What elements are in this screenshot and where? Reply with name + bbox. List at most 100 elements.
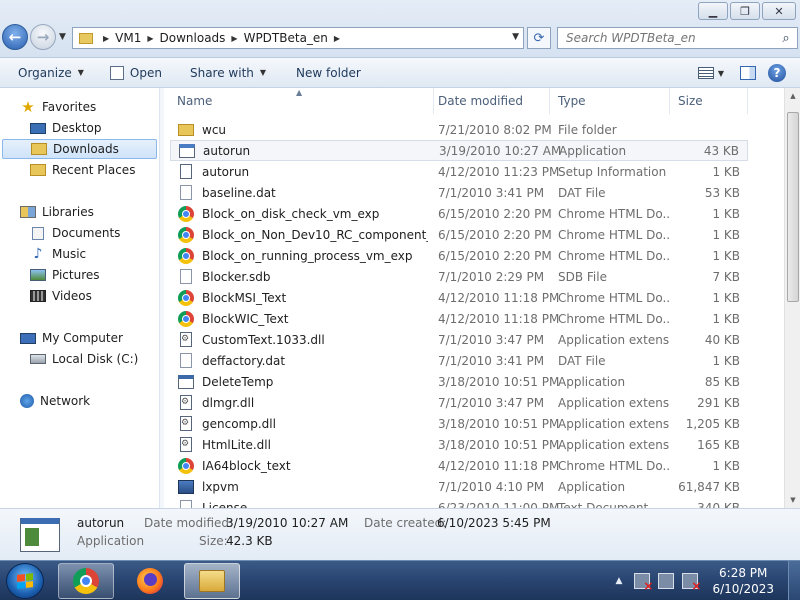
file-row[interactable]: deffactory.dat 7/1/2010 3:41 PM DAT File 1 … [170,350,748,371]
scrollbar-thumb[interactable] [787,112,799,302]
new-folder-button[interactable]: New folder [276,61,371,85]
file-icon [180,185,192,200]
file-row[interactable]: HtmlLite.dll 3/18/2010 10:51 PMApplicatio… [170,434,748,455]
nav-documents[interactable]: Documents [0,223,158,243]
file-row[interactable]: CustomText.1033.dll 7/1/2010 3:47 PM Appli… [170,329,748,350]
nav-local-disk[interactable]: Local Disk (C:) [0,349,158,369]
window-controls: ▁ ❐ ✕ [698,2,796,20]
nav-pictures[interactable]: Pictures [0,265,158,285]
file-name: Block_on_disk_check_vm_exp [202,206,380,221]
breadcrumb-vm1[interactable]: VM1 [115,31,141,45]
search-icon[interactable]: ⌕ [775,31,797,46]
file-name-cell: wcu [178,123,428,137]
file-row[interactable]: Blocker.sdb 7/1/2010 2:29 PM SDB File 7 KB [170,266,748,287]
clock[interactable]: 6:28 PM 6/10/2023 [712,565,774,597]
scroll-down-icon[interactable]: ▼ [785,492,800,508]
nav-desktop[interactable]: Desktop [0,118,158,138]
file-row[interactable]: wcu 7/21/2010 8:02 PM File folder [170,119,748,140]
file-row[interactable]: DeleteTemp 3/18/2010 10:51 PM Application 8… [170,371,748,392]
file-type: DAT File [558,353,606,368]
file-type: DAT File [558,185,606,200]
file-row[interactable]: dlmgr.dll 7/1/2010 3:47 PM Application ext… [170,392,748,413]
chrome-icon [73,568,99,594]
column-header-size[interactable]: Size [668,88,748,114]
file-row[interactable]: autorun 4/12/2010 11:23 PM Setup Informati… [170,161,748,182]
details-file-type: Application [77,534,145,548]
chevron-right-icon[interactable]: ▶ [147,34,153,43]
vertical-scrollbar[interactable]: ▲ ▼ [784,88,800,508]
file-row[interactable]: gencomp.dll 3/18/2010 10:51 PMApplication… [170,413,748,434]
nav-videos[interactable]: Videos [0,286,158,306]
network-status-icon[interactable] [658,573,675,589]
chevron-down-icon[interactable]: ▼ [718,69,724,78]
close-button[interactable]: ✕ [762,2,796,20]
help-icon[interactable]: ? [768,64,786,82]
file-name: Blocker.sdb [202,269,271,284]
taskbar-chrome[interactable] [58,563,114,599]
start-button[interactable] [6,563,44,599]
file-name: autorun [202,164,250,179]
file-row[interactable]: baseline.dat 7/1/2010 3:41 PM DAT File 53 K… [170,182,748,203]
file-size: 1 KB [712,206,740,221]
file-row[interactable]: BlockMSI_Text 4/12/2010 11:18 PM Chrome HT… [170,287,748,308]
nav-network[interactable]: Network [0,391,158,411]
file-row[interactable]: License 6/23/2010 11:00 PM Text Document 34… [170,497,748,508]
change-view-icon[interactable] [697,67,714,79]
file-row[interactable]: Block_on_running_process_vm_exp 6/15/2010… [170,245,748,266]
back-button[interactable]: ← [2,24,28,50]
file-list: ▲ Name Date modified Type Size wcu 7/21/2… [164,88,784,508]
address-dropdown-icon[interactable]: ▼ [512,32,519,42]
preview-pane-icon[interactable] [740,66,756,80]
nav-libraries[interactable]: Libraries [0,202,158,222]
column-header-name[interactable]: Name [167,88,434,114]
chevron-right-icon[interactable]: ▶ [334,34,340,43]
nav-recent-places[interactable]: Recent Places [0,160,158,180]
videos-icon [30,290,46,302]
minimize-button[interactable]: ▁ [698,2,728,20]
file-type: Application extens... [558,437,670,452]
volume-muted-icon[interactable] [682,573,701,593]
file-name-cell: gencomp.dll [178,416,428,431]
address-bar[interactable]: ▶ VM1 ▶ Downloads ▶ WPDTBeta_en ▶ ▼ [72,27,524,49]
file-row[interactable]: IA64block_text 4/12/2010 11:18 PM Chrome H… [170,455,748,476]
organize-button[interactable]: Organize ▼ [0,61,94,85]
breadcrumb-wpdtbeta[interactable]: WPDTBeta_en [244,31,328,45]
open-button[interactable]: Open [94,61,172,85]
file-name: lxpvm [202,479,239,494]
file-type: Application [558,374,626,389]
details-file-name: autorun [77,516,125,530]
search-box[interactable]: ⌕ [557,27,798,49]
taskbar-firefox[interactable] [122,563,178,599]
file-size: 1 KB [712,353,740,368]
nav-favorites[interactable]: ★ Favorites [0,97,158,117]
file-row[interactable]: Block_on_disk_check_vm_exp 6/15/2010 2:20… [170,203,748,224]
file-name-cell: License [178,500,428,508]
file-row[interactable]: BlockWIC_Text 4/12/2010 11:18 PM Chrome HT… [170,308,748,329]
file-row[interactable]: autorun 3/19/2010 10:27 AM Application 43 K… [170,140,748,161]
forward-button[interactable]: → [30,24,56,50]
file-row[interactable]: Block_on_Non_Dev10_RC_component_v... 6/15… [170,224,748,245]
recent-pages-dropdown-icon[interactable]: ▼ [59,32,66,42]
file-name: dlmgr.dll [202,395,255,410]
nav-music[interactable]: ♪ Music [0,244,158,264]
share-with-button[interactable]: Share with ▼ [172,61,276,85]
action-center-icon[interactable] [634,573,653,593]
file-size: 53 KB [704,185,740,200]
chrome-html-icon [178,310,194,327]
taskbar-windows-explorer[interactable] [184,563,240,599]
show-hidden-icons-icon[interactable]: ▲ [616,576,623,586]
refresh-button[interactable]: ⟳ [527,27,551,49]
show-desktop-button[interactable] [788,561,800,600]
chevron-right-icon[interactable]: ▶ [103,34,109,43]
breadcrumb-downloads[interactable]: Downloads [160,31,226,45]
nav-downloads[interactable]: Downloads [2,139,157,159]
nav-my-computer[interactable]: My Computer [0,328,158,348]
file-date-modified: 4/12/2010 11:18 PM [438,311,560,326]
column-header-date-modified[interactable]: Date modified [428,88,550,114]
column-header-type[interactable]: Type [548,88,670,114]
scroll-up-icon[interactable]: ▲ [785,88,800,104]
chevron-right-icon[interactable]: ▶ [231,34,237,43]
search-input[interactable] [558,31,775,45]
maximize-button[interactable]: ❐ [730,2,760,20]
file-row[interactable]: lxpvm 7/1/2010 4:10 PM Application 61,847 K… [170,476,748,497]
